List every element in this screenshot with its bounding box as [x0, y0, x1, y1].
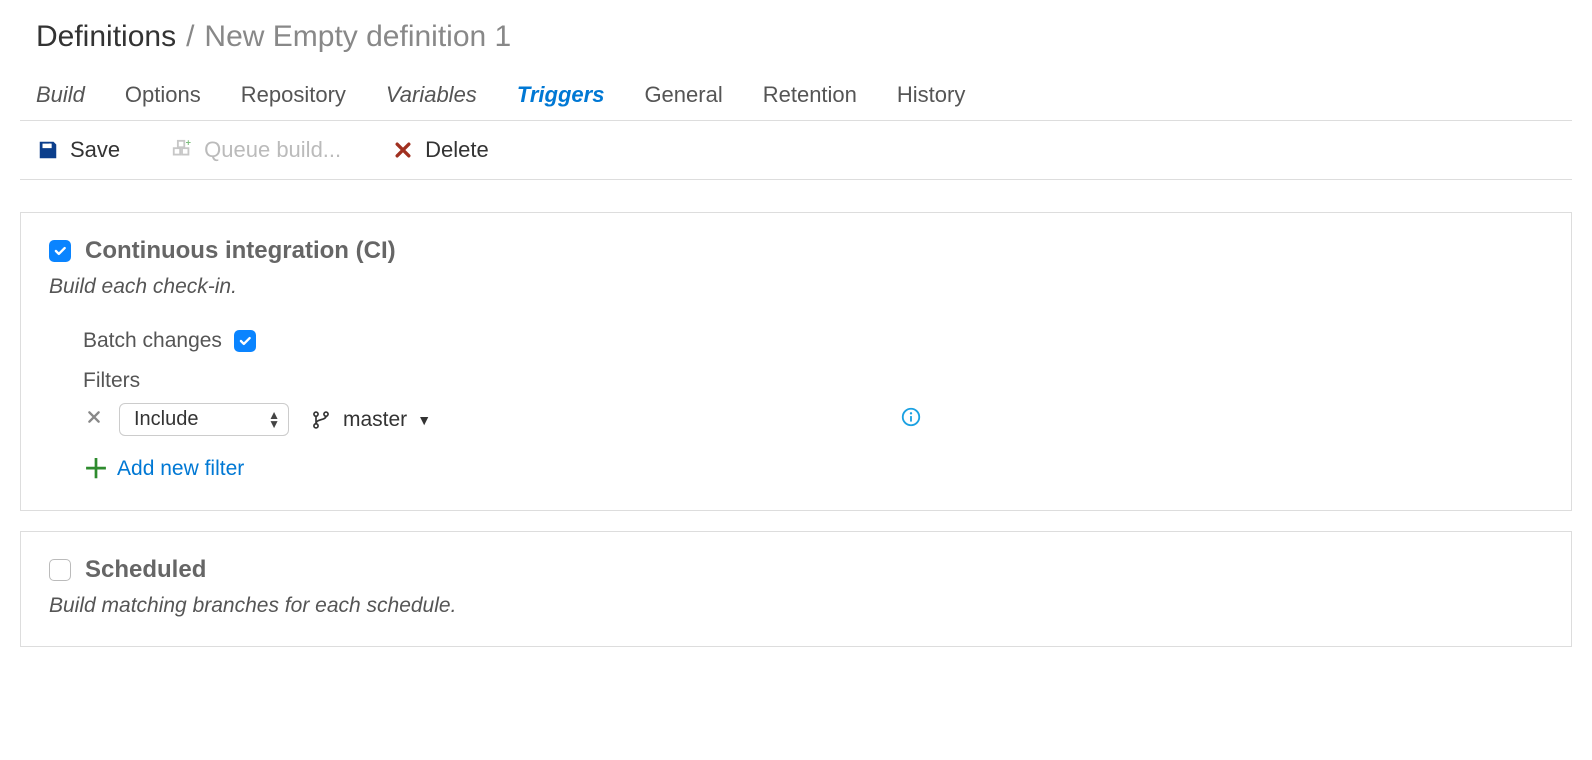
filter-mode-value: Include [134, 408, 199, 430]
queue-build-button: + Queue build... [170, 137, 341, 163]
tab-triggers[interactable]: Triggers [517, 82, 605, 108]
caret-down-icon: ▼ [417, 412, 431, 428]
queue-label: Queue build... [204, 137, 341, 163]
branch-icon [309, 408, 333, 432]
tab-options[interactable]: Options [125, 82, 201, 108]
batch-changes-checkbox[interactable] [234, 330, 256, 352]
branch-picker[interactable]: master ▼ [309, 408, 431, 432]
ci-panel: Continuous integration (CI) Build each c… [20, 212, 1572, 511]
add-filter-label: Add new filter [117, 457, 244, 481]
info-icon[interactable] [899, 405, 923, 429]
scheduled-desc: Build matching branches for each schedul… [49, 594, 1543, 618]
remove-filter-icon[interactable] [83, 408, 105, 431]
breadcrumb-sep: / [184, 20, 196, 54]
scheduled-title: Scheduled [85, 556, 206, 584]
tab-general[interactable]: General [644, 82, 722, 108]
save-label: Save [70, 137, 120, 163]
breadcrumb-root[interactable]: Definitions [36, 20, 176, 54]
scheduled-panel: Scheduled Build matching branches for ea… [20, 531, 1572, 647]
ci-title: Continuous integration (CI) [85, 237, 396, 265]
tab-history[interactable]: History [897, 82, 965, 108]
ci-checkbox[interactable] [49, 240, 71, 262]
plus-icon: ＋ [83, 456, 109, 482]
delete-button[interactable]: Delete [391, 137, 489, 163]
save-button[interactable]: Save [36, 137, 120, 163]
breadcrumb: Definitions / New Empty definition 1 [36, 20, 1572, 54]
batch-changes-label: Batch changes [83, 329, 222, 353]
breadcrumb-current: New Empty definition 1 [204, 20, 511, 54]
delete-icon [391, 138, 415, 162]
queue-icon: + [170, 138, 194, 162]
tabs: Build Options Repository Variables Trigg… [20, 82, 1572, 121]
filter-row: Include ▲▼ master ▼ [83, 403, 1543, 436]
save-icon [36, 138, 60, 162]
toolbar: Save + Queue build... Delete [20, 121, 1572, 180]
select-arrows-icon: ▲▼ [268, 411, 280, 429]
tab-retention[interactable]: Retention [763, 82, 857, 108]
delete-label: Delete [425, 137, 489, 163]
filters-label: Filters [83, 369, 1543, 393]
scheduled-checkbox[interactable] [49, 559, 71, 581]
branch-name: master [343, 408, 407, 432]
ci-desc: Build each check-in. [49, 275, 1543, 299]
tab-build[interactable]: Build [36, 82, 85, 108]
tab-variables[interactable]: Variables [386, 82, 477, 108]
tab-repository[interactable]: Repository [241, 82, 346, 108]
filter-mode-select[interactable]: Include ▲▼ [119, 403, 289, 436]
svg-text:+: + [186, 139, 191, 147]
add-filter-button[interactable]: ＋ Add new filter [83, 456, 1543, 482]
